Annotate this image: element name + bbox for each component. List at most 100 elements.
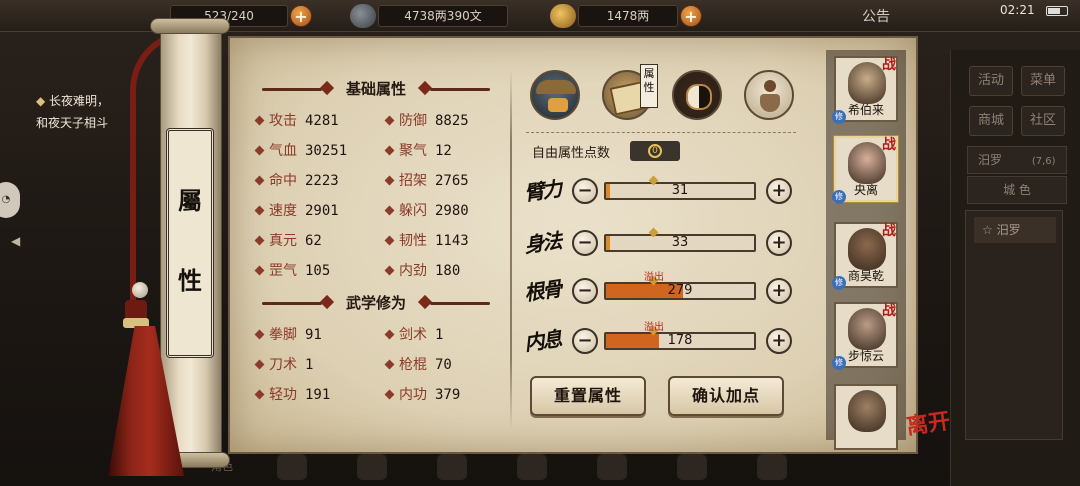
cultivate-badge: 修 (832, 110, 846, 124)
tassel-bead (132, 282, 148, 298)
collapse-left-icon[interactable]: ◀ (11, 234, 20, 248)
world-icon (677, 454, 707, 480)
stat-label: 拳脚 (269, 327, 297, 343)
party-member[interactable]: 央离战修 (832, 136, 898, 204)
capacity-add-button[interactable]: + (290, 5, 312, 27)
location-list-item[interactable]: ☆ 汨罗 (974, 217, 1056, 243)
stat-label: 内劲 (399, 263, 427, 279)
meridian-tab-icon[interactable] (744, 70, 794, 120)
nav-meridian[interactable] (430, 450, 474, 484)
stat-label: 命中 (269, 173, 297, 189)
increase-button[interactable]: + (766, 230, 792, 256)
party-member[interactable]: 希伯来战修 (832, 56, 898, 124)
diamond-icon (254, 389, 265, 399)
map-icon (757, 454, 787, 480)
book-icon (357, 454, 387, 480)
stat-value: 105 (305, 263, 331, 279)
nav-sect[interactable] (510, 450, 554, 484)
diamond-icon (254, 115, 265, 125)
stat-label: 防御 (399, 113, 427, 129)
decrease-button[interactable]: − (572, 230, 598, 256)
bag-icon (277, 454, 307, 480)
stat-label: 罡气 (269, 263, 297, 279)
increase-button[interactable]: + (766, 178, 792, 204)
stat-label: 轻功 (269, 387, 297, 403)
stat-value: 30251 (305, 143, 348, 159)
nav-quest[interactable] (590, 450, 634, 484)
party-member[interactable]: 步惊云战修 (832, 302, 898, 370)
basic-attributes-title: 基础属性 (345, 80, 406, 98)
stat-value: 1143 (435, 233, 469, 249)
martial-stat: 刀术 1 (254, 354, 313, 376)
nav-items[interactable] (270, 450, 314, 484)
cultivate-badge: 修 (832, 356, 846, 370)
community-button[interactable]: 社区 (1021, 106, 1065, 136)
basic-stat: 内劲 180 (384, 260, 461, 282)
leave-button[interactable]: 离开 (904, 403, 952, 441)
stat-value: 180 (435, 263, 461, 279)
nav-map[interactable] (750, 450, 794, 484)
location-row[interactable]: 汨罗 (7,6) (967, 146, 1067, 174)
basic-stat: 真元 62 (254, 230, 322, 252)
activity-button[interactable]: 活动 (969, 66, 1013, 96)
attribute-bar: 31 (604, 175, 756, 200)
shop-button[interactable]: 商城 (969, 106, 1013, 136)
diamond-icon (384, 115, 395, 125)
stat-value: 12 (435, 143, 452, 159)
party-member[interactable] (834, 384, 898, 450)
basic-stat: 命中 2223 (254, 170, 339, 192)
diamond-icon (384, 359, 395, 369)
nav-world[interactable] (670, 450, 714, 484)
basic-stat: 速度 2901 (254, 200, 339, 222)
battery-icon (1046, 6, 1068, 16)
battle-badge: 战 (882, 57, 896, 73)
scroll-title-char-2: 性 (178, 266, 202, 295)
stat-value: 62 (305, 233, 322, 249)
city-tab[interactable]: 城 色 (967, 176, 1067, 204)
gold-value: 1478两 (606, 9, 650, 23)
stat-value: 2223 (305, 173, 339, 189)
martial-stat: 内功 379 (384, 384, 460, 406)
overflow-label: 溢出 (644, 272, 664, 283)
attribute-value: 178 (667, 333, 693, 348)
free-points-label: 自由属性点数 (532, 146, 611, 161)
basic-stat: 防御 8825 (384, 110, 469, 132)
confirm-points-button[interactable]: 确认加点 (668, 376, 784, 416)
basic-stat: 招架 2765 (384, 170, 469, 192)
diamond-icon (254, 145, 265, 155)
diamond-icon (254, 359, 265, 369)
diamond-icon (254, 329, 265, 339)
increase-button[interactable]: + (766, 278, 792, 304)
attribute-value: 279 (667, 283, 693, 298)
increase-button[interactable]: + (766, 328, 792, 354)
overflow-label: 溢出 (644, 322, 664, 333)
diamond-icon (384, 175, 395, 185)
stat-value: 8825 (435, 113, 469, 129)
meridian-icon (437, 454, 467, 480)
reset-attributes-button[interactable]: 重置属性 (530, 376, 646, 416)
silver-icon (350, 4, 376, 28)
clock: 02:21 (1000, 3, 1035, 17)
decrease-button[interactable]: − (572, 328, 598, 354)
equipment-tab-icon[interactable] (530, 70, 580, 120)
stat-label: 真元 (269, 233, 297, 249)
menu-button[interactable]: 菜单 (1021, 66, 1065, 96)
battle-badge: 战 (882, 303, 896, 319)
stat-label: 韧性 (399, 233, 427, 249)
decrease-button[interactable]: − (572, 278, 598, 304)
gold-add-button[interactable]: + (680, 5, 702, 27)
stat-label: 刀术 (269, 357, 297, 373)
free-points-display: 0 0 (630, 141, 680, 161)
taiji-tab-icon[interactable] (672, 70, 722, 120)
nav-martial[interactable] (350, 450, 394, 484)
side-bubble-button[interactable]: ◔ (0, 182, 20, 218)
stat-label: 躲闪 (399, 203, 427, 219)
sect-icon (517, 454, 547, 480)
location-list: ☆ 汨罗 (965, 210, 1063, 440)
stat-value: 70 (435, 357, 452, 373)
notice-button[interactable]: 公告 (862, 6, 890, 26)
party-member[interactable]: 商昊乾战修 (832, 222, 898, 290)
portrait-face (848, 228, 886, 270)
decrease-button[interactable]: − (572, 178, 598, 204)
basic-stat: 聚气 12 (384, 140, 452, 162)
